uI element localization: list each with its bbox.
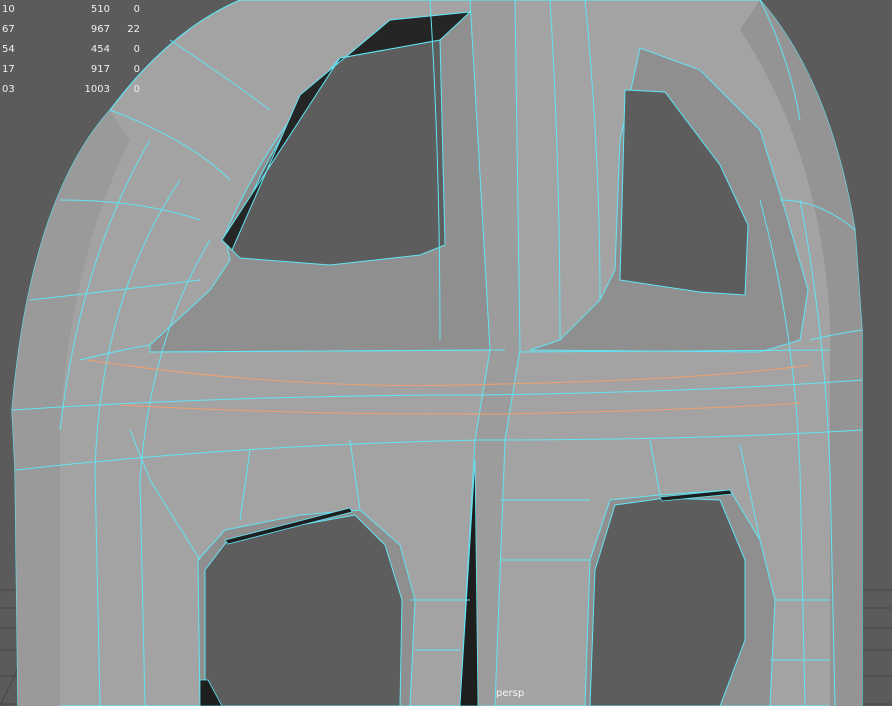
viewport-3d[interactable] bbox=[0, 0, 892, 706]
hud-value: 67 bbox=[2, 24, 15, 35]
camera-label: persp bbox=[496, 688, 525, 699]
hud-stats-panel: 10 510 0 67 967 22 54 454 0 17 917 0 03 … bbox=[0, 0, 150, 100]
hud-value: 0 bbox=[133, 4, 140, 15]
hud-value: 510 bbox=[90, 4, 110, 15]
hud-value: 03 bbox=[2, 84, 15, 95]
hud-value: 0 bbox=[133, 64, 140, 75]
hud-value: 917 bbox=[90, 64, 110, 75]
hud-value: 0 bbox=[133, 44, 140, 55]
hud-value: 0 bbox=[133, 84, 140, 95]
hud-row: 67 967 22 bbox=[0, 20, 150, 40]
hud-value: 1003 bbox=[84, 84, 110, 95]
hud-row: 10 510 0 bbox=[0, 0, 150, 20]
window-lower-right-hole bbox=[589, 497, 746, 706]
hud-value: 54 bbox=[2, 44, 15, 55]
window-lower-left-hole bbox=[204, 514, 403, 706]
hud-value: 454 bbox=[90, 44, 110, 55]
hud-value: 10 bbox=[2, 4, 15, 15]
hud-value: 22 bbox=[127, 24, 140, 35]
hud-value: 17 bbox=[2, 64, 15, 75]
hud-row: 54 454 0 bbox=[0, 40, 150, 60]
hud-value: 967 bbox=[90, 24, 110, 35]
hud-row: 17 917 0 bbox=[0, 60, 150, 80]
hud-row: 03 1003 0 bbox=[0, 80, 150, 100]
